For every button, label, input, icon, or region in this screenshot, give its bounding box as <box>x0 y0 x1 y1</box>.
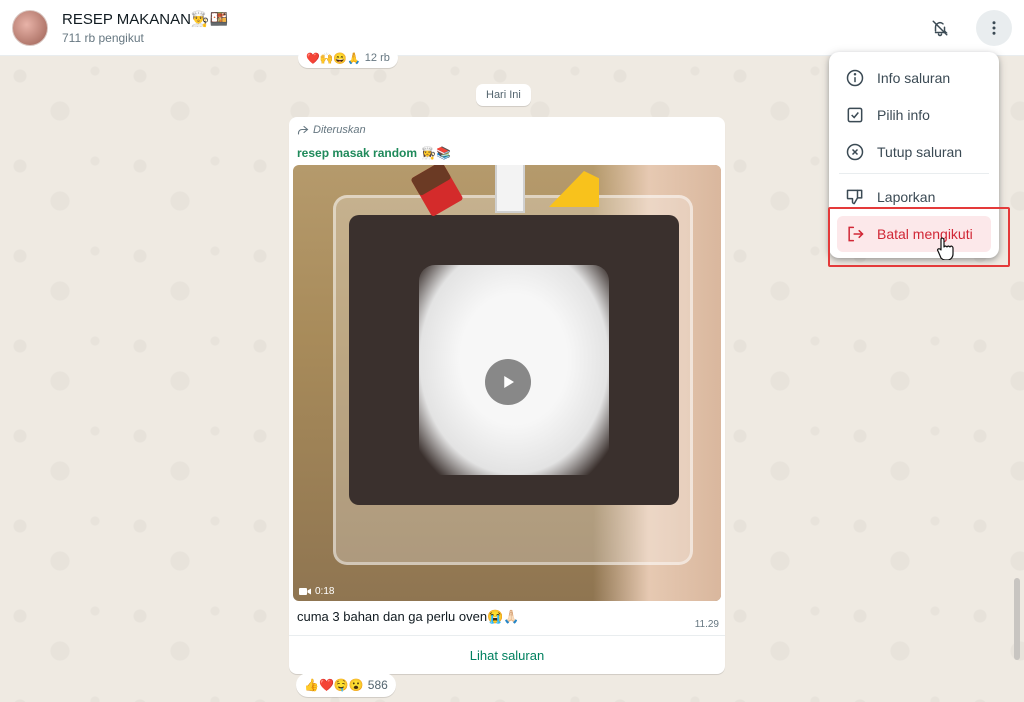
menu-item-label: Info saluran <box>877 70 951 86</box>
forwarded-text: Diteruskan <box>313 124 366 136</box>
annotation-highlight-box <box>828 207 1010 267</box>
hand-pointer-cursor-icon <box>937 237 954 260</box>
thumbs-down-icon <box>846 189 863 205</box>
channel-message[interactable]: Diteruskan resep masak random 👩‍🍳📚 0:18 … <box>289 117 725 674</box>
reaction-bar-previous[interactable]: ❤️🙌😄🙏 12 rb <box>298 48 398 68</box>
kebab-menu-icon <box>992 20 996 35</box>
channel-avatar[interactable] <box>12 9 48 46</box>
channel-title: RESEP MAKANAN👨‍🍳🍱 <box>62 11 229 28</box>
menu-item-select-messages[interactable]: Pilih info <box>829 97 999 133</box>
menu-item-label: Laporkan <box>877 189 936 205</box>
follower-count: 711 rb pengikut <box>62 31 144 45</box>
video-duration: 0:18 <box>299 586 334 597</box>
reaction-bar[interactable]: 👍❤️🤤😮 586 <box>296 673 396 697</box>
message-caption: cuma 3 bahan dan ga perlu oven😭🙏🏻 <box>297 609 520 624</box>
sender-name: resep masak random <box>297 146 418 160</box>
checkbox-icon <box>847 107 863 123</box>
video-thumbnail[interactable]: 0:18 <box>293 165 721 601</box>
milk-glass-icon <box>495 165 525 213</box>
sender-emoji: 👩‍🍳📚 <box>421 146 451 160</box>
menu-item-label: Pilih info <box>877 107 930 123</box>
chocolate-icon <box>410 165 464 218</box>
video-camera-icon <box>299 588 311 595</box>
reaction-count: 586 <box>367 678 388 692</box>
message-time: 11.29 <box>694 619 719 630</box>
cheese-icon <box>549 171 599 207</box>
menu-item-close-channel[interactable]: Tutup saluran <box>829 134 999 170</box>
bell-off-icon <box>932 20 948 36</box>
menu-item-channel-info[interactable]: Info saluran <box>829 60 999 96</box>
duration-text: 0:18 <box>315 586 335 597</box>
date-separator: Hari Ini <box>476 84 531 106</box>
forward-icon <box>297 125 309 135</box>
close-circle-icon <box>846 143 864 161</box>
play-button[interactable] <box>485 359 531 405</box>
reaction-emojis: ❤️🙌😄🙏 <box>306 52 361 65</box>
play-icon <box>504 376 514 388</box>
menu-item-label: Tutup saluran <box>877 144 963 160</box>
scrollbar[interactable] <box>1014 578 1020 660</box>
channel-info[interactable]: RESEP MAKANAN👨‍🍳🍱 711 rb pengikut <box>62 10 228 45</box>
mute-notifications-button[interactable] <box>922 10 958 46</box>
menu-button[interactable] <box>976 9 1012 46</box>
chat-header: RESEP MAKANAN👨‍🍳🍱 711 rb pengikut <box>0 0 1024 56</box>
view-channel-button[interactable]: Lihat saluran <box>289 636 725 674</box>
reaction-count: 12 rb <box>364 52 390 64</box>
reaction-emojis: 👍❤️🤤😮 <box>304 678 364 692</box>
forwarded-label: Diteruskan <box>297 124 366 136</box>
info-icon <box>846 69 864 87</box>
message-sender[interactable]: resep masak random 👩‍🍳📚 <box>297 146 451 160</box>
video-ingredient-emojis <box>410 165 609 218</box>
menu-divider <box>839 173 989 174</box>
